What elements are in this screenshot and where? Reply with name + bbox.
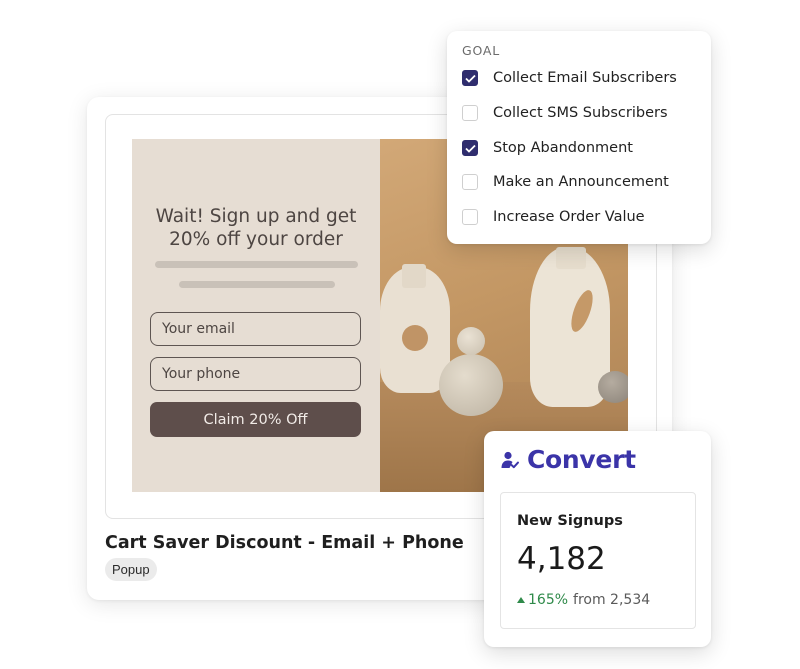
campaign-title: Cart Saver Discount - Email + Phone (105, 533, 464, 553)
convert-stats-card: Convert New Signups 4,182 165% from 2,53… (484, 431, 711, 647)
stat-value: 4,182 (517, 541, 606, 577)
goal-option-collect-email[interactable]: Collect Email Subscribers (462, 67, 677, 89)
email-field[interactable] (150, 312, 361, 346)
checkbox[interactable] (462, 174, 478, 190)
popup-form-panel: Wait! Sign up and get 20% off your order… (132, 139, 380, 492)
popup-headline: Wait! Sign up and get 20% off your order (155, 206, 357, 250)
goal-heading: GOAL (462, 43, 501, 58)
convert-brand: Convert (500, 445, 636, 474)
stat-delta: 165% from 2,534 (517, 592, 650, 608)
stone-small (457, 327, 485, 355)
checkbox[interactable] (462, 140, 478, 156)
user-plus-icon (501, 451, 519, 468)
triangle-up-icon (517, 597, 525, 603)
vase-left-neck (402, 264, 426, 288)
goal-option-stop-abandonment[interactable]: Stop Abandonment (462, 137, 633, 159)
text-placeholder-bar (179, 281, 335, 288)
goal-option-label: Increase Order Value (493, 209, 645, 225)
checkbox[interactable] (462, 105, 478, 121)
checkbox[interactable] (462, 70, 478, 86)
pebble (598, 371, 628, 403)
goal-option-label: Stop Abandonment (493, 140, 633, 156)
delta-baseline: from 2,534 (573, 592, 651, 608)
vase-right-neck (556, 247, 586, 269)
delta-percent: 165% (528, 592, 569, 608)
claim-discount-button[interactable]: Claim 20% Off (150, 402, 361, 437)
check-icon (464, 144, 476, 153)
stone-large (439, 354, 503, 416)
brand-name: Convert (527, 445, 636, 474)
goal-option-label: Collect Email Subscribers (493, 70, 677, 86)
text-placeholder-bar (155, 261, 358, 268)
goal-menu: GOAL Collect Email Subscribers Collect S… (447, 31, 711, 244)
goal-option-label: Collect SMS Subscribers (493, 105, 668, 121)
campaign-type-badge: Popup (105, 558, 157, 581)
check-icon (464, 74, 476, 83)
checkbox[interactable] (462, 209, 478, 225)
stat-label: New Signups (517, 513, 623, 529)
new-signups-stat: New Signups 4,182 165% from 2,534 (500, 492, 696, 629)
goal-option-label: Make an Announcement (493, 174, 669, 190)
goal-option-collect-sms[interactable]: Collect SMS Subscribers (462, 102, 668, 124)
phone-field[interactable] (150, 357, 361, 391)
goal-option-order-value[interactable]: Increase Order Value (462, 206, 645, 228)
goal-option-announcement[interactable]: Make an Announcement (462, 171, 669, 193)
